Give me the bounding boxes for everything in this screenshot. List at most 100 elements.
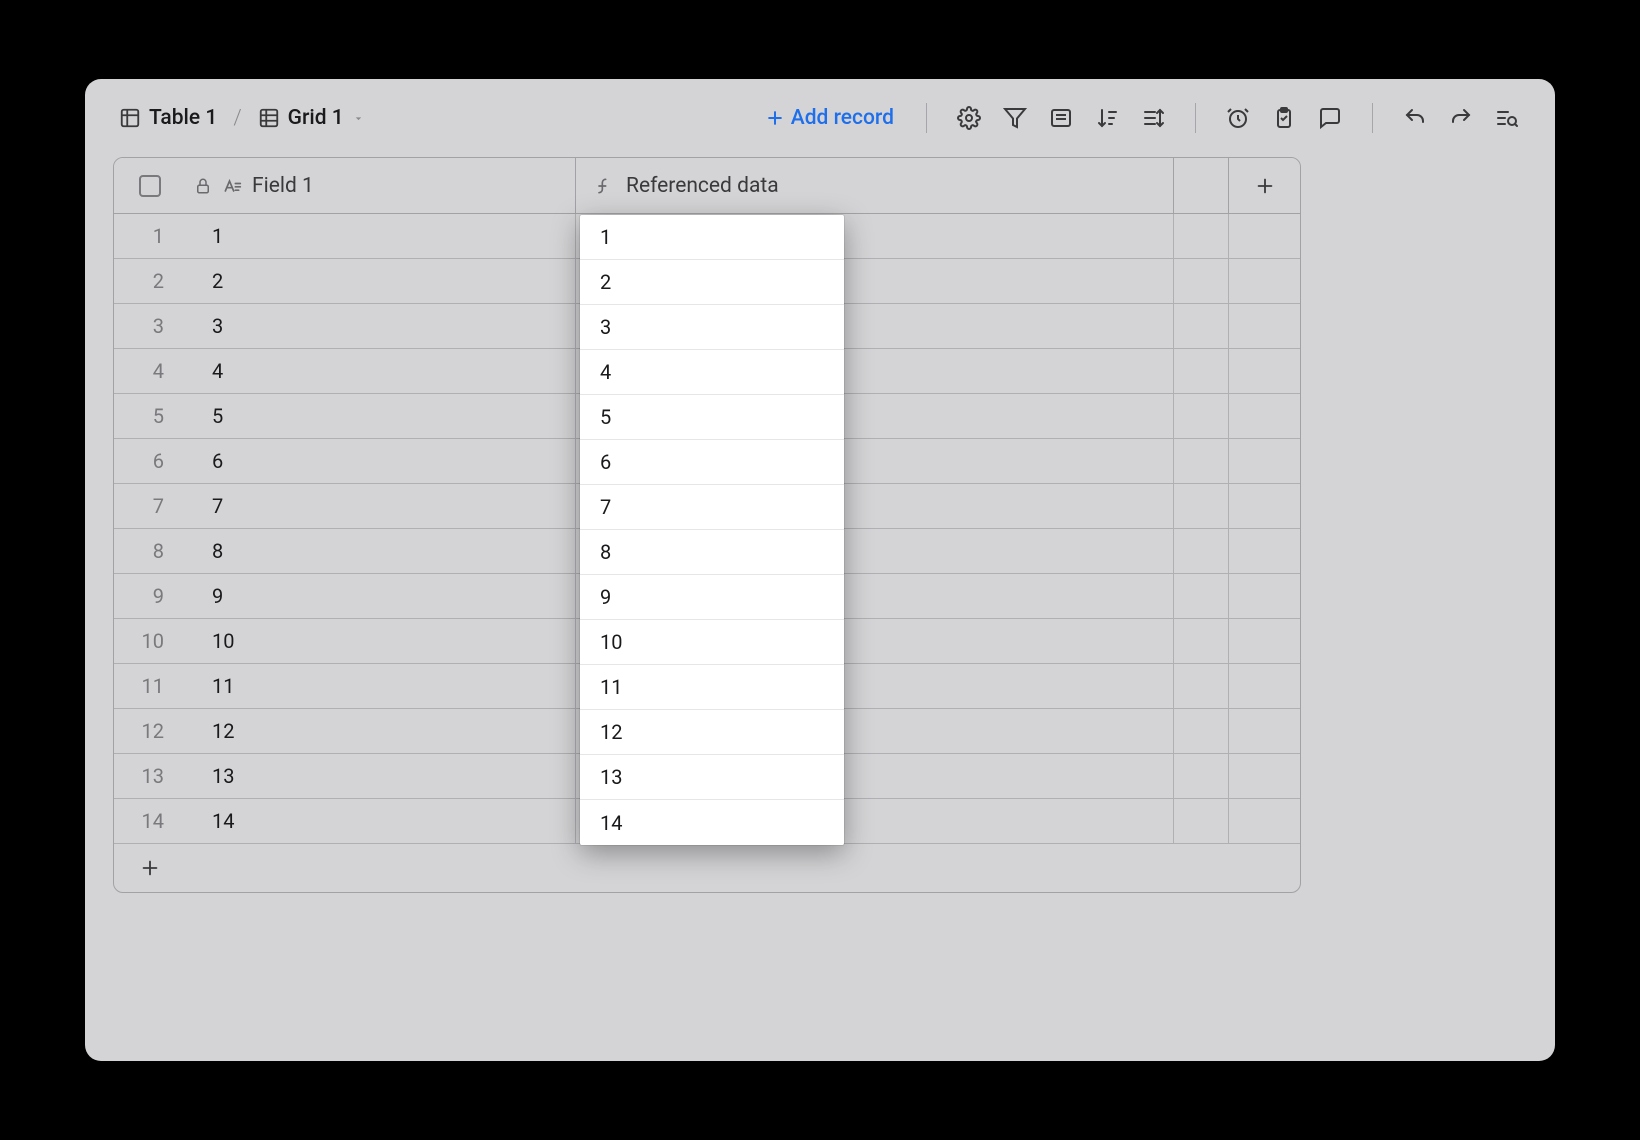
popup-row[interactable]: 3 <box>580 305 844 350</box>
row-number[interactable]: 11 <box>114 664 186 708</box>
sort-button[interactable] <box>1087 98 1127 138</box>
cell-empty <box>1174 394 1228 438</box>
cell-field1[interactable]: 8 <box>186 529 576 573</box>
search-button[interactable] <box>1487 98 1527 138</box>
popup-row[interactable]: 2 <box>580 260 844 305</box>
sort-icon <box>1095 106 1119 130</box>
app-window: Table 1 / Grid 1 Add record <box>85 79 1555 1061</box>
row-height-icon <box>1141 106 1165 130</box>
cell-addcol <box>1228 439 1300 483</box>
row-number[interactable]: 7 <box>114 484 186 528</box>
cell-empty <box>1174 439 1228 483</box>
group-button[interactable] <box>1041 98 1081 138</box>
cell-empty <box>1174 259 1228 303</box>
add-column-button[interactable] <box>1228 158 1300 213</box>
breadcrumb-separator: / <box>233 106 241 130</box>
grid-header-row: Field 1 Referenced data <box>114 158 1300 214</box>
popup-row[interactable]: 14 <box>580 800 844 845</box>
popup-row[interactable]: 9 <box>580 575 844 620</box>
settings-button[interactable] <box>949 98 989 138</box>
cell-field1[interactable]: 11 <box>186 664 576 708</box>
cell-empty <box>1174 709 1228 753</box>
plus-icon <box>1254 175 1276 197</box>
row-number[interactable]: 2 <box>114 259 186 303</box>
row-number[interactable]: 6 <box>114 439 186 483</box>
cell-addcol <box>1228 259 1300 303</box>
table-selector[interactable]: Table 1 <box>113 102 223 134</box>
cell-addcol <box>1228 799 1300 843</box>
select-all-checkbox[interactable] <box>139 175 161 197</box>
cell-empty <box>1174 754 1228 798</box>
row-number[interactable]: 1 <box>114 214 186 258</box>
cell-empty <box>1174 484 1228 528</box>
cell-field1[interactable]: 14 <box>186 799 576 843</box>
row-height-button[interactable] <box>1133 98 1173 138</box>
column-header-refdata[interactable]: Referenced data <box>576 158 1174 213</box>
cell-empty <box>1174 349 1228 393</box>
select-all-cell[interactable] <box>114 158 186 213</box>
popup-row[interactable]: 11 <box>580 665 844 710</box>
add-row-button[interactable] <box>114 857 186 879</box>
cell-addcol <box>1228 664 1300 708</box>
text-type-icon <box>222 176 242 196</box>
filter-icon <box>1003 106 1027 130</box>
popup-row[interactable]: 6 <box>580 440 844 485</box>
cell-addcol <box>1228 349 1300 393</box>
breadcrumb: Table 1 / Grid 1 <box>113 102 371 134</box>
comment-button[interactable] <box>1310 98 1350 138</box>
cell-empty <box>1174 529 1228 573</box>
row-number[interactable]: 8 <box>114 529 186 573</box>
cell-field1[interactable]: 1 <box>186 214 576 258</box>
plus-icon <box>765 108 785 128</box>
cell-field1[interactable]: 9 <box>186 574 576 618</box>
column-header-field1[interactable]: Field 1 <box>186 158 576 213</box>
row-number[interactable]: 14 <box>114 799 186 843</box>
row-number[interactable]: 9 <box>114 574 186 618</box>
cell-empty <box>1174 214 1228 258</box>
cell-field1[interactable]: 5 <box>186 394 576 438</box>
popup-row[interactable]: 10 <box>580 620 844 665</box>
cell-empty <box>1174 799 1228 843</box>
cell-addcol <box>1228 214 1300 258</box>
clipboard-button[interactable] <box>1264 98 1304 138</box>
group-icon <box>1049 106 1073 130</box>
table-label: Table 1 <box>149 106 217 130</box>
cell-field1[interactable]: 10 <box>186 619 576 663</box>
view-selector[interactable]: Grid 1 <box>252 102 371 134</box>
clipboard-icon <box>1272 106 1296 130</box>
table-icon <box>119 107 141 129</box>
popup-row[interactable]: 12 <box>580 710 844 755</box>
row-number[interactable]: 4 <box>114 349 186 393</box>
row-number[interactable]: 3 <box>114 304 186 348</box>
cell-field1[interactable]: 13 <box>186 754 576 798</box>
undo-button[interactable] <box>1395 98 1435 138</box>
cell-addcol <box>1228 619 1300 663</box>
column-header-label: Referenced data <box>626 174 779 198</box>
cell-empty <box>1174 619 1228 663</box>
row-number[interactable]: 12 <box>114 709 186 753</box>
cell-field1[interactable]: 6 <box>186 439 576 483</box>
cell-empty <box>1174 574 1228 618</box>
cell-field1[interactable]: 12 <box>186 709 576 753</box>
cell-field1[interactable]: 2 <box>186 259 576 303</box>
cell-addcol <box>1228 394 1300 438</box>
popup-row[interactable]: 13 <box>580 755 844 800</box>
popup-row[interactable]: 8 <box>580 530 844 575</box>
popup-row[interactable]: 4 <box>580 350 844 395</box>
popup-row[interactable]: 7 <box>580 485 844 530</box>
redo-button[interactable] <box>1441 98 1481 138</box>
cell-addcol <box>1228 484 1300 528</box>
reminder-button[interactable] <box>1218 98 1258 138</box>
cell-field1[interactable]: 3 <box>186 304 576 348</box>
function-icon <box>594 176 614 196</box>
popup-row[interactable]: 1 <box>580 215 844 260</box>
view-label: Grid 1 <box>288 106 344 130</box>
add-record-button[interactable]: Add record <box>755 100 904 136</box>
row-number[interactable]: 5 <box>114 394 186 438</box>
cell-field1[interactable]: 4 <box>186 349 576 393</box>
row-number[interactable]: 13 <box>114 754 186 798</box>
row-number[interactable]: 10 <box>114 619 186 663</box>
filter-button[interactable] <box>995 98 1035 138</box>
popup-row[interactable]: 5 <box>580 395 844 440</box>
cell-field1[interactable]: 7 <box>186 484 576 528</box>
